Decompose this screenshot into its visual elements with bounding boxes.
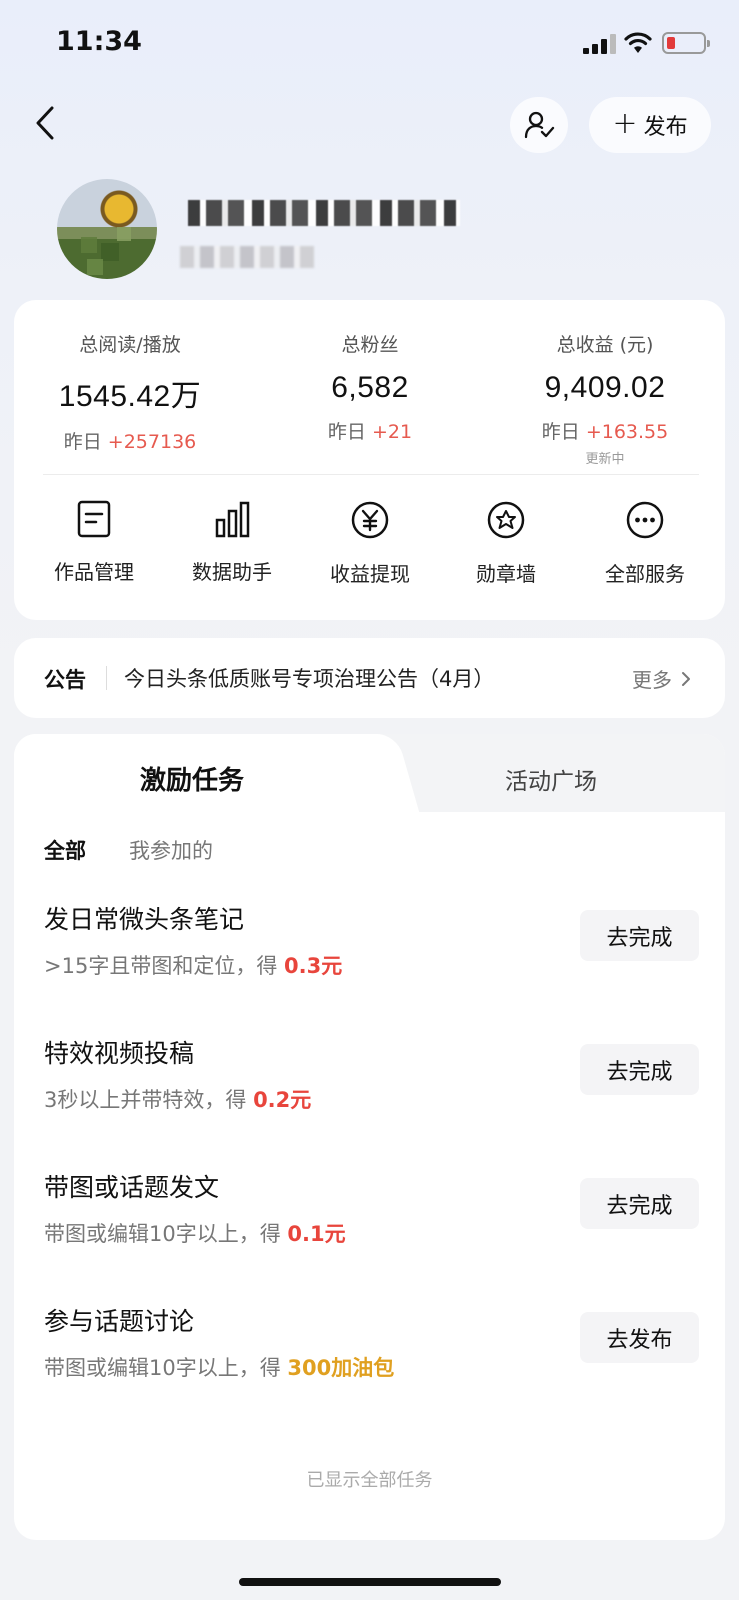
divider [106, 666, 107, 690]
yuan-icon [351, 501, 389, 539]
follow-manage-button[interactable] [510, 97, 568, 153]
stat-delta: 昨日 +21 [327, 421, 413, 443]
service-all-services[interactable]: 全部服务 [590, 500, 700, 587]
service-income-withdraw[interactable]: 收益提现 [315, 500, 425, 587]
task-item: 特效视频投稿 3秒以上并带特效，得 0.2元 去完成 [44, 1034, 699, 1114]
stat-value: 6,582 [331, 371, 409, 404]
service-label: 收益提现 [330, 562, 410, 586]
battery-icon [662, 32, 710, 54]
cellular-signal-icon [583, 34, 617, 54]
plus-icon: + [612, 105, 638, 141]
publish-label: 发布 [643, 115, 688, 140]
service-label: 作品管理 [54, 560, 134, 584]
service-works-management[interactable]: 作品管理 [39, 500, 149, 585]
task-item: 参与话题讨论 带图或编辑10字以上，得 300加油包 去发布 [44, 1302, 699, 1382]
stat-delta: 昨日 +257136 [63, 431, 197, 453]
filter-all[interactable]: 全部 [44, 835, 86, 865]
back-button[interactable] [28, 104, 68, 144]
service-label: 勋章墙 [476, 562, 536, 586]
stat-total-reads[interactable]: 总阅读/播放 1545.42万 昨日 +257136 [50, 330, 210, 454]
notice-more-link[interactable]: 更多 [632, 664, 692, 693]
stat-total-income[interactable]: 总收益 (元) 9,409.02 昨日 +163.55 更新中 [520, 330, 690, 467]
stat-value: 9,409.02 [544, 371, 666, 404]
more-icon [626, 501, 664, 539]
bar-chart-icon [215, 501, 250, 538]
badge-icon [487, 501, 525, 539]
service-label: 全部服务 [605, 562, 685, 586]
chevron-right-icon [682, 672, 691, 686]
task-item: 发日常微头条笔记 >15字且带图和定位，得 0.3元 去完成 [44, 900, 699, 980]
service-label: 数据助手 [192, 560, 272, 584]
stat-label: 总阅读/播放 [79, 334, 181, 356]
publish-button[interactable]: + 发布 [589, 97, 711, 153]
tab-activity-plaza[interactable]: 活动广场 [505, 762, 597, 796]
notice-tag: 公告 [44, 668, 86, 692]
document-icon [77, 500, 111, 538]
user-subtitle-redacted [180, 246, 314, 268]
user-check-icon [524, 111, 555, 139]
home-indicator[interactable] [239, 1578, 501, 1586]
stat-label: 总粉丝 [341, 334, 399, 356]
task-publish-button[interactable]: 去发布 [580, 1312, 699, 1363]
tab-incentive-tasks[interactable]: 激励任务 [140, 760, 244, 797]
all-tasks-shown-note: 已显示全部任务 [306, 1470, 433, 1491]
stat-value: 1545.42万 [58, 380, 202, 413]
task-complete-button[interactable]: 去完成 [580, 1044, 699, 1095]
task-complete-button[interactable]: 去完成 [580, 910, 699, 961]
tasks-card [14, 734, 725, 1540]
status-time: 11:34 [56, 26, 142, 57]
stat-total-fans[interactable]: 总粉丝 6,582 昨日 +21 [290, 330, 450, 444]
notice-text[interactable]: 今日头条低质账号专项治理公告（4月） [124, 663, 494, 693]
stat-delta: 昨日 +163.55 [541, 421, 669, 443]
username-redacted [188, 200, 460, 226]
service-data-assistant[interactable]: 数据助手 [177, 500, 287, 585]
task-item: 带图或话题发文 带图或编辑10字以上，得 0.1元 去完成 [44, 1168, 699, 1248]
avatar[interactable] [57, 179, 157, 279]
wifi-icon [624, 31, 652, 55]
stat-updating-note: 更新中 [585, 452, 625, 467]
stat-label: 总收益 (元) [556, 334, 654, 356]
chevron-left-icon [36, 106, 54, 140]
service-badge-wall[interactable]: 勋章墙 [451, 500, 561, 587]
divider [43, 474, 699, 475]
filter-joined[interactable]: 我参加的 [129, 835, 213, 865]
task-complete-button[interactable]: 去完成 [580, 1178, 699, 1229]
